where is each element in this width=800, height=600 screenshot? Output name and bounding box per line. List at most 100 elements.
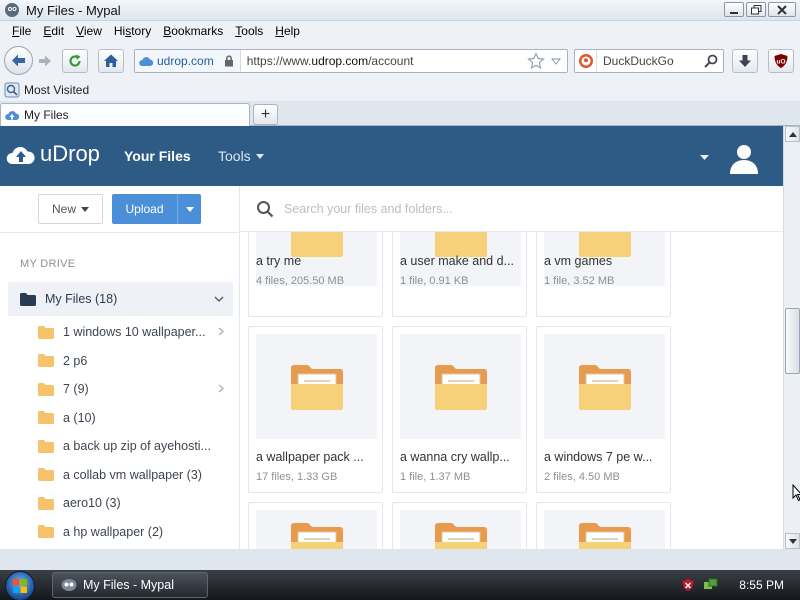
sidebar-folder-item[interactable]: a (10) <box>38 404 238 433</box>
start-button[interactable] <box>5 571 35 600</box>
folder-name: a vm games <box>544 254 613 268</box>
url-dropdown-icon[interactable] <box>551 58 561 66</box>
network-icon[interactable] <box>703 578 719 592</box>
scroll-down-button[interactable] <box>785 533 800 549</box>
sidebar-folder-item[interactable]: 1 windows 10 wallpaper... <box>38 318 238 347</box>
window-titlebar: My Files - Mypal <box>0 0 800 21</box>
menu-item[interactable]: Tools <box>229 24 269 38</box>
folder-card[interactable]: a try me 4 files, 205.50 MB <box>248 232 383 317</box>
menu-item[interactable]: View <box>70 24 108 38</box>
folder-card[interactable]: a windows 7 pe w... 2 files, 4.50 MB <box>536 326 671 493</box>
menu-item[interactable]: History <box>108 24 157 38</box>
url-text[interactable]: https://www.udrop.com/account <box>241 54 414 68</box>
menu-item[interactable]: Edit <box>37 24 70 38</box>
ublock-button[interactable]: uO <box>768 49 794 73</box>
reload-button[interactable] <box>62 49 88 73</box>
forward-arrow-icon <box>39 55 51 67</box>
back-button[interactable] <box>4 46 33 75</box>
mouse-pointer-icon <box>792 484 800 502</box>
upload-button[interactable]: Upload <box>112 194 201 224</box>
folder-card[interactable]: a user make and d... 1 file, 0.91 KB <box>392 232 527 317</box>
close-window-button[interactable] <box>768 2 796 17</box>
udrop-logo[interactable]: uDrop <box>6 141 100 167</box>
folder-card[interactable] <box>536 502 671 549</box>
chevron-down-icon[interactable] <box>214 296 224 302</box>
bookmark-star-icon[interactable] <box>527 52 545 70</box>
folder-meta: 17 files, 1.33 GB <box>256 471 338 483</box>
folder-card[interactable]: a wanna cry wallp... 1 file, 1.37 MB <box>392 326 527 493</box>
sidebar-folder-item[interactable]: aero10 (3) <box>38 489 238 518</box>
folder-meta: 1 file, 3.52 MB <box>544 275 615 287</box>
restore-button[interactable] <box>746 2 766 17</box>
folder-icon <box>38 411 54 425</box>
search-engine-button[interactable] <box>575 50 597 72</box>
folder-card[interactable]: a vm games 1 file, 3.52 MB <box>536 232 671 317</box>
restore-icon <box>750 4 761 14</box>
site-identity-button[interactable]: udrop.com <box>135 50 241 72</box>
sidebar-folder-item[interactable]: 2 p6 <box>38 347 238 376</box>
folder-icon <box>434 523 487 549</box>
minimize-icon <box>730 11 738 14</box>
folder-card[interactable] <box>392 502 527 549</box>
taskbar-item-mypal[interactable]: My Files - Mypal <box>52 572 208 598</box>
search-input[interactable] <box>284 201 684 216</box>
new-button[interactable]: New <box>38 194 103 224</box>
app-header: uDrop Your Files Tools <box>0 126 783 186</box>
window-title: My Files - Mypal <box>26 2 121 18</box>
nav-tools-label: Tools <box>218 148 251 164</box>
chevron-down-icon <box>255 153 264 159</box>
folder-card[interactable]: a wallpaper pack ... 17 files, 1.33 GB <box>248 326 383 493</box>
windows-logo-icon <box>13 579 27 593</box>
folder-icon <box>38 525 54 539</box>
user-menu[interactable] <box>700 140 761 174</box>
folder-thumbnail <box>256 334 377 439</box>
chevron-down-icon <box>81 206 89 212</box>
sidebar-folder-item[interactable]: a back up zip of ayehosti... <box>38 432 238 461</box>
sidebar-item-my-files[interactable]: My Files (18) <box>8 282 233 316</box>
lock-icon <box>224 55 233 67</box>
navigation-toolbar: udrop.com https://www.udrop.com/account … <box>0 41 800 79</box>
bookmarks-toolbar: Most Visited <box>0 79 800 101</box>
search-bar[interactable]: DuckDuckGo <box>574 49 724 73</box>
most-visited-link[interactable]: Most Visited <box>24 83 89 97</box>
sidebar-folder-item[interactable]: a collab vm wallpaper (3) <box>38 461 238 490</box>
scroll-up-button[interactable] <box>785 126 800 142</box>
nav-your-files[interactable]: Your Files <box>124 148 191 164</box>
folder-icon <box>38 354 54 368</box>
chevron-right-icon[interactable] <box>218 384 224 393</box>
windows-taskbar: My Files - Mypal 8:55 PM <box>0 570 800 600</box>
most-visited-icon <box>4 82 20 98</box>
folder-name: a wanna cry wallp... <box>400 450 510 464</box>
menu-item[interactable]: Bookmarks <box>157 24 229 38</box>
address-bar[interactable]: udrop.com https://www.udrop.com/account <box>134 49 568 73</box>
cloud-icon <box>139 57 153 66</box>
folder-tree: 1 windows 10 wallpaper... 2 p6 7 (9) a (10)… <box>38 318 238 546</box>
nav-tools-menu[interactable]: Tools <box>218 148 264 164</box>
file-search-area <box>240 186 783 232</box>
home-button[interactable] <box>98 49 124 73</box>
tab-my-files[interactable]: My Files <box>0 103 250 126</box>
forward-button[interactable] <box>37 53 53 72</box>
scrollbar-thumb[interactable] <box>785 308 800 374</box>
folder-meta: 1 file, 1.37 MB <box>400 471 471 483</box>
new-tab-button[interactable]: + <box>253 104 278 125</box>
sidebar-divider <box>0 232 240 233</box>
folder-thumbnail <box>544 510 665 549</box>
chevron-right-icon[interactable] <box>218 327 224 336</box>
sidebar-folder-item[interactable]: 7 (9) <box>38 375 238 404</box>
sidebar-folder-item[interactable]: a hp wallpaper (2) <box>38 518 238 547</box>
minimize-button[interactable] <box>724 2 744 17</box>
scroll-down-icon <box>788 538 797 544</box>
menu-item[interactable]: File <box>6 24 37 38</box>
search-icon[interactable] <box>703 53 719 69</box>
upload-dropdown-toggle[interactable] <box>177 194 201 224</box>
folder-icon <box>20 292 36 306</box>
folder-label: a hp wallpaper (2) <box>63 524 164 539</box>
clock[interactable]: 8:55 PM <box>739 578 784 592</box>
tab-strip: My Files + <box>0 101 800 126</box>
folder-card[interactable] <box>248 502 383 549</box>
downloads-button[interactable] <box>732 49 758 73</box>
folder-icon <box>434 364 487 410</box>
menu-item[interactable]: Help <box>269 24 306 38</box>
security-shield-icon[interactable] <box>681 578 695 592</box>
